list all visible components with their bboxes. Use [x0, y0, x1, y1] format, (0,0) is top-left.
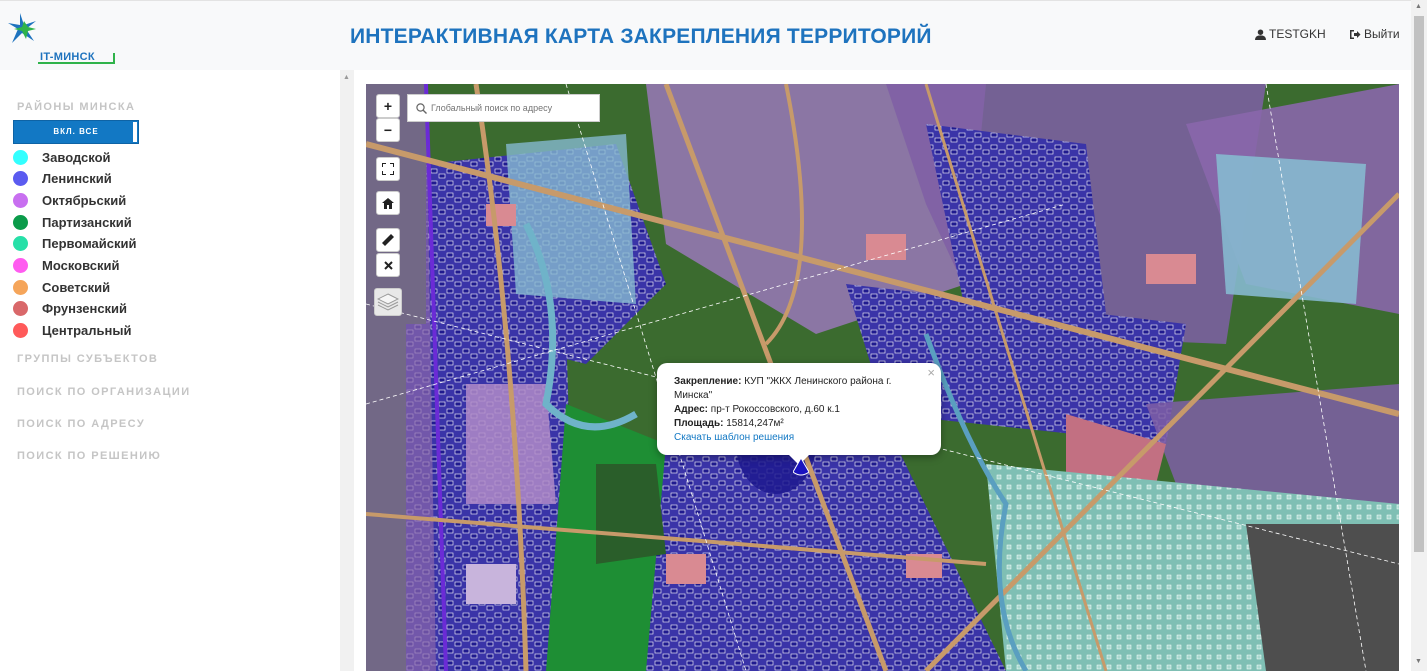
district-item[interactable]: Центральный	[13, 322, 131, 340]
home-icon	[382, 197, 394, 209]
user-icon	[1255, 28, 1266, 40]
fullscreen-button[interactable]	[376, 157, 400, 181]
layers-button[interactable]	[374, 288, 402, 316]
sidebar-scrollbar[interactable]: ▲	[340, 70, 354, 671]
search-org-section[interactable]: ПОИСК ПО ОРГАНИЗАЦИИ	[17, 386, 191, 398]
search-decision-section[interactable]: ПОИСК ПО РЕШЕНИЮ	[17, 450, 161, 462]
toggle-all-button[interactable]: ВКЛ. ВСЕ	[13, 120, 139, 144]
logout-button[interactable]: Выйти	[1349, 27, 1400, 41]
logo-star-icon	[8, 13, 36, 43]
app-header: IT-МИНСК ИНТЕРАКТИВНАЯ КАРТА ЗАКРЕПЛЕНИЯ…	[0, 0, 1411, 70]
district-item[interactable]: Ленинский	[13, 170, 112, 188]
user-menu[interactable]: TESTGKH	[1255, 27, 1326, 41]
logout-icon	[1350, 29, 1361, 39]
address-label: Адрес:	[674, 404, 708, 415]
ruler-button[interactable]	[376, 228, 400, 252]
zoom-out-button[interactable]: −	[376, 118, 400, 142]
address-search[interactable]	[407, 94, 600, 122]
district-color-dot-icon	[13, 192, 28, 208]
district-color-dot-icon	[13, 214, 28, 230]
ruler-icon	[382, 234, 394, 246]
map-marker-icon	[793, 458, 809, 476]
logout-label: Выйти	[1364, 27, 1400, 41]
district-label: Первомайский	[42, 236, 137, 252]
groups-section[interactable]: ГРУППЫ СУБЪЕКТОВ	[17, 353, 158, 365]
layers-icon	[377, 293, 399, 311]
district-color-dot-icon	[13, 258, 28, 273]
district-color-dot-icon	[13, 279, 28, 295]
close-icon	[383, 260, 393, 270]
district-item[interactable]: Октябрьский	[13, 191, 126, 209]
search-icon	[416, 102, 427, 114]
district-color-dot-icon	[13, 323, 28, 339]
page-title: ИНТЕРАКТИВНАЯ КАРТА ЗАКРЕПЛЕНИЯ ТЕРРИТОР…	[350, 25, 932, 48]
popup-close-button[interactable]: ×	[927, 366, 935, 380]
district-label: Октябрьский	[42, 192, 127, 208]
zoom-in-button[interactable]: +	[376, 94, 400, 118]
clear-button[interactable]	[376, 253, 400, 277]
area-value: 15814,247м²	[726, 418, 784, 429]
district-item[interactable]: Заводской	[13, 148, 111, 166]
district-item[interactable]: Советский	[13, 278, 110, 296]
district-item[interactable]: Первомайский	[13, 235, 137, 253]
district-label: Московский	[42, 258, 120, 273]
assignment-label: Закрепление:	[674, 376, 742, 387]
logo[interactable]: IT-МИНСК	[6, 11, 116, 64]
logo-underline-icon	[38, 53, 115, 64]
popup-address: Адрес: пр-т Рокоссовского, д.60 к.1	[674, 403, 925, 417]
area-label: Площадь:	[674, 418, 724, 429]
page-scroll-thumb[interactable]	[1414, 16, 1424, 552]
scroll-up-icon[interactable]: ▲	[343, 74, 350, 81]
address-value: пр-т Рокоссовского, д.60 к.1	[710, 404, 840, 415]
page-scroll-up-icon[interactable]: ▲	[1415, 3, 1422, 10]
feature-popup: × Закрепление: КУП "ЖКХ Ленинского район…	[657, 363, 941, 455]
popup-assignment: Закрепление: КУП "ЖКХ Ленинского района …	[674, 375, 925, 403]
district-color-dot-icon	[13, 236, 28, 252]
username: TESTGKH	[1269, 27, 1326, 41]
district-item[interactable]: Фрунзенский	[13, 300, 127, 318]
district-label: Партизанский	[42, 214, 132, 230]
district-label: Фрунзенский	[42, 301, 128, 317]
page-scrollbar[interactable]: ▲ ▼	[1411, 0, 1427, 671]
popup-area: Площадь: 15814,247м²	[674, 417, 925, 431]
district-item[interactable]: Партизанский	[13, 213, 132, 231]
home-button[interactable]	[376, 191, 400, 215]
district-item[interactable]: Московский	[13, 257, 120, 275]
page-scroll-down-icon[interactable]: ▼	[1415, 658, 1422, 665]
district-color-dot-icon	[13, 171, 28, 187]
district-label: Ленинский	[42, 171, 112, 187]
districts-title[interactable]: РАЙОНЫ МИНСКА	[17, 101, 135, 113]
district-label: Центральный	[42, 323, 132, 339]
district-color-dot-icon	[13, 149, 28, 165]
fullscreen-icon	[382, 163, 394, 175]
address-search-input[interactable]	[431, 103, 591, 113]
download-template-link[interactable]: Скачать шаблон решения	[674, 431, 925, 445]
district-label: Советский	[42, 279, 111, 295]
search-address-section[interactable]: ПОИСК ПО АДРЕСУ	[17, 418, 145, 430]
district-label: Заводской	[42, 149, 111, 165]
district-color-dot-icon	[13, 301, 28, 317]
